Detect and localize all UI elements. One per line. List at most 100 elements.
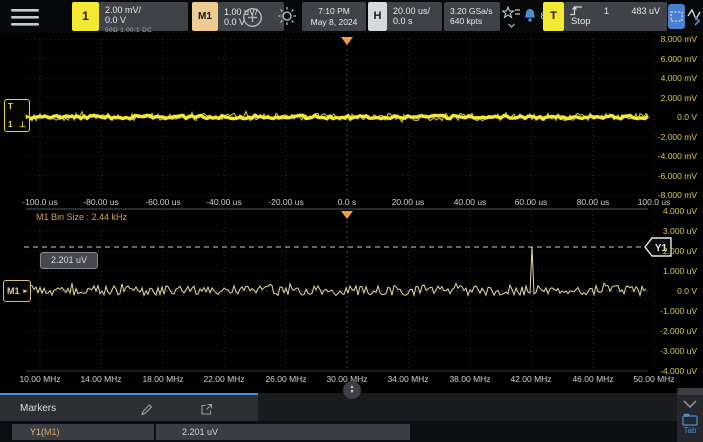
time-plot-ylabel: 6.000 mV: [661, 54, 697, 64]
freq-axis-label: 14.00 MHz: [70, 374, 132, 384]
trigger-mode: Stop: [571, 17, 591, 27]
trigger-time-marker[interactable]: [341, 37, 353, 45]
collapse-panel-button[interactable]: [681, 397, 699, 411]
waveform-tools-button[interactable]: [686, 4, 703, 29]
brightness-button[interactable]: [276, 5, 298, 27]
channel1-offset: 0.0 V: [105, 15, 188, 25]
sun-icon: [277, 6, 297, 26]
freq-axis-label: 26.00 MHz: [255, 374, 317, 384]
add-channel-button[interactable]: [240, 5, 264, 29]
y1-marker-readout: 2.201 uV: [40, 252, 98, 269]
open-tab-button[interactable]: [682, 412, 698, 426]
down-arrow-icon: ▼: [350, 390, 355, 395]
time-plot-ylabel: 8.000 mV: [661, 34, 697, 44]
star-list-icon: [502, 5, 521, 30]
fft-bin-size: M1 Bin Size : 2.44 kHz: [36, 212, 127, 222]
trigger-badge[interactable]: T: [543, 2, 564, 31]
tab-window-icon: [682, 413, 698, 426]
pencil-icon: [140, 403, 153, 416]
trigger-settings[interactable]: 1 483 uV Stop: [564, 2, 667, 31]
fft-ylabel: 1.000 uV: [663, 266, 697, 276]
freq-axis-label: 18.00 MHz: [132, 374, 194, 384]
marker-value: 2.201 uV: [182, 427, 218, 437]
freq-axis-label: 34.00 MHz: [377, 374, 439, 384]
undock-markers-button[interactable]: [198, 402, 214, 416]
time-axis-label: 20.00 us: [377, 197, 439, 207]
channel1-ground-flag[interactable]: T 1 ⊥ ▸: [4, 99, 30, 132]
fft-center-freq-marker[interactable]: [341, 211, 353, 219]
freq-axis-label: 38.00 MHz: [439, 374, 501, 384]
freq-axis-label: 10.00 MHz: [9, 374, 71, 384]
graph-scroll-button[interactable]: ▲ ▼: [343, 381, 361, 399]
time-plot-ylabel: 0.0 V: [677, 112, 697, 122]
edit-markers-button[interactable]: [138, 402, 154, 416]
waveform-arrow-icon: [687, 6, 703, 28]
clock-time: 7:10 PM: [302, 6, 366, 17]
time-plot-ylabel: -4.000 mV: [658, 151, 697, 161]
top-toolbar: 1 2.00 mV/ 0.0 V 50Ω 1.00:1 DC M1 1.00 u…: [0, 0, 703, 33]
time-plot-ylabel: -6.000 mV: [658, 171, 697, 181]
markers-tab-label: Markers: [20, 403, 56, 414]
time-plot-ylabel: -2.000 mV: [658, 132, 697, 142]
time-plot-ylabel: 4.000 mV: [661, 73, 697, 83]
tab-markers[interactable]: Markers: [0, 393, 258, 421]
time-plot-ylabel: 2.000 mV: [661, 93, 697, 103]
flag-channel-number: 1: [8, 120, 12, 129]
fft-source-flag[interactable]: M1 ▸: [3, 280, 31, 302]
memory-depth: 640 kpts: [450, 16, 500, 26]
flag-trigger-letter: T: [8, 102, 13, 111]
edge-trigger-icon: [569, 5, 583, 16]
freq-axis-label: 22.00 MHz: [193, 374, 255, 384]
marker-name-prefix: Y1(: [30, 427, 44, 437]
clock-date: May 8, 2024: [302, 17, 366, 28]
time-axis-label: -40.00 us: [193, 197, 255, 207]
freq-axis-label: 42.00 MHz: [500, 374, 562, 384]
clock-display[interactable]: 7:10 PM May 8, 2024: [302, 2, 366, 31]
results-panel: Markers Y1(M1) 2.201 uV: [0, 393, 703, 442]
tab-button-label: Tab: [677, 426, 703, 435]
horizontal-settings[interactable]: 20.00 us/ 0.0 s: [387, 2, 442, 31]
channel1-coupling: 50Ω 1.00:1 DC: [105, 26, 188, 36]
marker-name-cell[interactable]: Y1(M1): [12, 424, 154, 440]
time-axis-label: 80.00 us: [562, 197, 624, 207]
channel1-badge[interactable]: 1: [72, 2, 99, 31]
panel-side-strip: Tab: [677, 388, 703, 442]
marker-source: M1): [44, 427, 60, 437]
channel1-settings[interactable]: 2.00 mV/ 0.0 V 50Ω 1.00:1 DC: [99, 2, 188, 31]
fft-source-label: M1: [7, 286, 20, 296]
hamburger-icon: [10, 8, 40, 27]
sample-rate: 3.20 GSa/s: [450, 6, 500, 16]
fft-ylabel: 2.000 uV: [663, 246, 697, 256]
fft-ylabel: -2.000 uV: [660, 326, 697, 336]
time-axis-label: -80.00 us: [70, 197, 132, 207]
math1-badge[interactable]: M1: [192, 2, 218, 31]
menu-button[interactable]: [6, 6, 44, 28]
trigger-level: 483 uV: [631, 6, 660, 16]
quick-actions-button[interactable]: [501, 4, 522, 30]
external-link-icon: [200, 403, 213, 416]
acquisition-settings[interactable]: 3.20 GSa/s 640 kpts: [444, 2, 500, 31]
fft-ylabel: -3.000 uV: [660, 346, 697, 356]
plus-circle-icon: [242, 7, 263, 28]
time-axis-label: 0.0 s: [316, 197, 378, 207]
trace-level-arrow-icon: ▸: [23, 287, 27, 295]
fft-ylabel: 4.000 uV: [663, 206, 697, 216]
marker-value-cell[interactable]: 2.201 uV: [156, 424, 410, 440]
bell-icon: [522, 8, 538, 24]
trace-level-arrow-icon: ▸: [26, 112, 30, 121]
chevron-down-icon: [682, 398, 698, 410]
time-axis-label: -60.00 us: [132, 197, 194, 207]
horizontal-scale: 20.00 us/: [393, 6, 442, 16]
fft-ylabel: 3.000 uV: [663, 226, 697, 236]
freq-axis-label: 50.00 MHz: [623, 374, 685, 384]
horizontal-delay: 0.0 s: [393, 16, 442, 26]
time-axis-label: -20.00 us: [255, 197, 317, 207]
time-axis-label: -100.0 us: [9, 197, 71, 207]
time-axis-label: 60.00 us: [500, 197, 562, 207]
horizontal-badge[interactable]: H: [368, 2, 387, 31]
ground-icon: ⊥: [19, 120, 26, 129]
zoom-select-button[interactable]: [668, 4, 685, 29]
freq-axis-label: 46.00 MHz: [562, 374, 624, 384]
fft-ylabel: 0.0 V: [677, 286, 697, 296]
scope-display: T 1 ⊥ ▸ 8.000 mV 6.000 mV 4.000 mV 2.000…: [0, 33, 703, 395]
